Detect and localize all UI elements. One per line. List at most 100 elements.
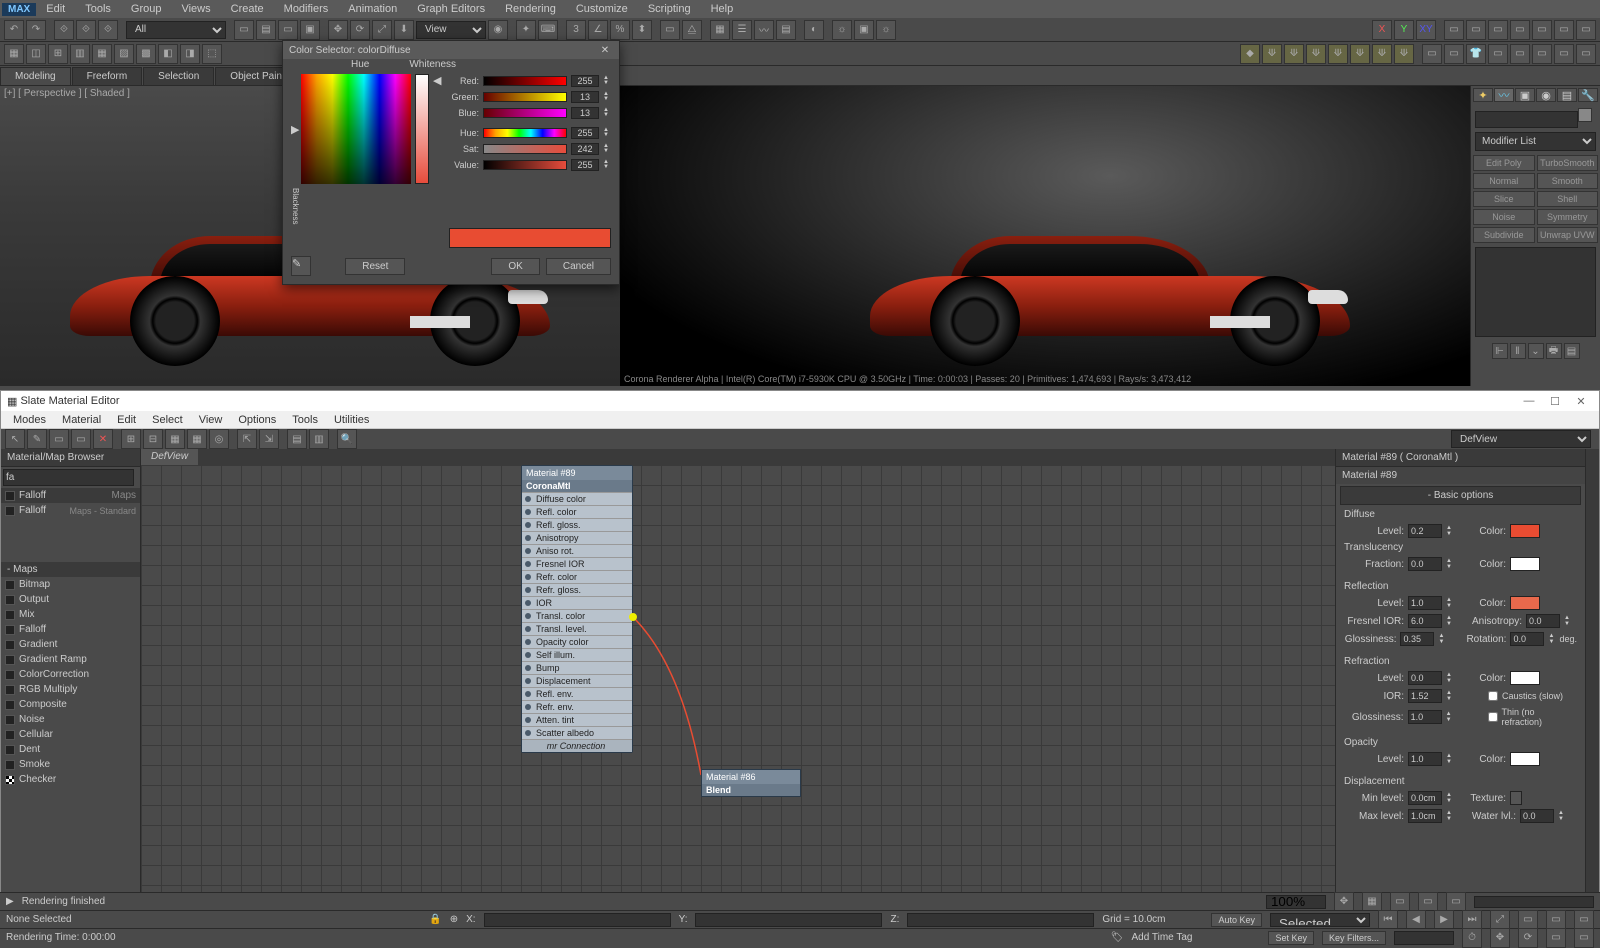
menu-animation[interactable]: Animation [338,1,407,17]
opacity-color-swatch[interactable] [1510,752,1540,766]
slot-aniso-rot[interactable]: Aniso rot. [522,544,632,557]
time-btn-2[interactable]: ◀ [1406,910,1426,930]
link-button[interactable]: ⟐ [54,20,74,40]
slate-menu-material[interactable]: Material [54,412,109,428]
reflection-level-spinner[interactable]: ▲▼ [1446,597,1454,609]
browser-search-input[interactable] [3,469,134,486]
snap-end-11[interactable]: 👕 [1466,44,1486,64]
node-output-socket[interactable] [629,613,637,621]
search-result-0[interactable]: FalloffMaps [1,488,140,503]
axis-z-button[interactable]: XY [1416,20,1436,40]
reflection-glossiness-input[interactable] [1400,632,1434,646]
slate-tb-1[interactable]: ↖ [5,429,25,449]
eyedropper-button[interactable]: ✎ [291,256,311,276]
ref-coord-dropdown[interactable]: View [416,21,486,39]
maps-section-header[interactable]: - Maps [1,562,140,577]
ribbon-tab-freeform[interactable]: Freeform [72,67,143,85]
snap-end-8[interactable]: ⟱ [1394,44,1414,64]
menu-views[interactable]: Views [171,1,220,17]
select-name-button[interactable]: ▤ [256,20,276,40]
water-lvl-input[interactable] [1520,809,1554,823]
stack-btn-2[interactable]: ‖ [1510,343,1526,359]
align-button[interactable]: ▦ [710,20,730,40]
percent-snap-button[interactable]: % [610,20,630,40]
red-input[interactable] [571,75,599,87]
translucency-fraction-input[interactable] [1408,557,1442,571]
green-input[interactable] [571,91,599,103]
select-scale-button[interactable]: ⤢ [372,20,392,40]
snap-end-9[interactable]: ▭ [1422,44,1442,64]
snap-btn-7[interactable]: ▩ [136,44,156,64]
slot-displacement[interactable]: Displacement [522,674,632,687]
diffuse-level-spinner[interactable]: ▲▼ [1446,525,1454,537]
slot-scatter-albedo[interactable]: Scatter albedo [522,726,632,739]
slate-tb-11[interactable]: ⇲ [259,429,279,449]
zoom-field[interactable] [1266,895,1326,909]
slot-transl-color[interactable]: Transl. color [522,609,632,622]
slot-self-illum[interactable]: Self illum. [522,648,632,661]
toolbar-btn-b[interactable]: ▭ [1466,20,1486,40]
menu-group[interactable]: Group [121,1,172,17]
material-node-86[interactable]: Material #86 Blend [701,769,801,797]
diffuse-color-swatch[interactable] [1510,524,1540,538]
slate-minimize-button[interactable]: — [1517,393,1541,409]
material-editor-button[interactable]: ◐ [804,20,824,40]
sat-spinner[interactable]: ▲▼ [603,144,611,154]
cp-tab-motion[interactable]: ◉ [1536,88,1556,102]
rotation-input[interactable] [1510,632,1544,646]
mod-btn-editpoly[interactable]: Edit Poly [1473,155,1535,171]
slot-bump[interactable]: Bump [522,661,632,674]
lock-icon[interactable]: 🔒 [429,914,441,925]
slate-menu-select[interactable]: Select [144,412,191,428]
map-gradient[interactable]: Gradient [1,637,140,652]
snap-btn-2[interactable]: ◫ [26,44,46,64]
snap-btn-3[interactable]: ⊞ [48,44,68,64]
snap-end-16[interactable]: ▭ [1576,44,1596,64]
view-tab-defview[interactable]: DefView [141,449,198,465]
cp-tab-hierarchy[interactable]: ▣ [1515,88,1535,102]
bind-button[interactable]: ⟐ [98,20,118,40]
fresnel-ior-input[interactable] [1408,614,1442,628]
value-spinner[interactable]: ▲▼ [603,160,611,170]
snap-end-6[interactable]: ⟱ [1350,44,1370,64]
map-bitmap[interactable]: Bitmap [1,577,140,592]
viewport-nav-8[interactable]: ▭ [1574,928,1594,948]
toolbar-btn-e[interactable]: ▭ [1532,20,1552,40]
color-dialog-close-button[interactable]: ✕ [597,43,613,57]
red-spinner[interactable]: ▲▼ [603,76,611,86]
slate-tb-6[interactable]: ⊟ [143,429,163,449]
refraction-level-input[interactable] [1408,671,1442,685]
snap-end-4[interactable]: ⟱ [1306,44,1326,64]
anisotropy-input[interactable] [1526,614,1560,628]
ribbon-tab-selection[interactable]: Selection [143,67,214,85]
slot-refr-env[interactable]: Refr. env. [522,700,632,713]
reflection-color-swatch[interactable] [1510,596,1540,610]
mod-btn-unwrapuvw[interactable]: Unwrap UVW [1537,227,1599,243]
green-spinner[interactable]: ▲▼ [603,92,611,102]
window-crossing-button[interactable]: ▣ [300,20,320,40]
select-move-button[interactable]: ✥ [328,20,348,40]
snap-end-15[interactable]: ▭ [1554,44,1574,64]
snap-toggle-button[interactable]: 3 [566,20,586,40]
menu-graph-editors[interactable]: Graph Editors [407,1,495,17]
map-cellular[interactable]: Cellular [1,727,140,742]
slate-tb-10[interactable]: ⇱ [237,429,257,449]
slate-tb-7[interactable]: ▦ [165,429,185,449]
viewport-nav-7[interactable]: ▭ [1546,928,1566,948]
reflection-level-input[interactable] [1408,596,1442,610]
snap-end-5[interactable]: ⟱ [1328,44,1348,64]
blue-slider[interactable] [483,108,567,118]
thin-checkbox[interactable] [1488,712,1498,722]
opacity-level-input[interactable] [1408,752,1442,766]
min-level-input[interactable] [1408,791,1442,805]
zoom-btn-3[interactable]: ▭ [1390,892,1410,912]
modifier-list-dropdown[interactable]: Modifier List [1475,132,1596,151]
slate-menu-tools[interactable]: Tools [284,412,326,428]
slate-view-dropdown[interactable]: DefView [1451,430,1591,448]
refraction-ior-spinner[interactable]: ▲▼ [1446,690,1454,702]
slate-menu-view[interactable]: View [191,412,231,428]
slate-tb-8[interactable]: ▦ [187,429,207,449]
coord-toggle-icon[interactable]: ⊕ [450,914,458,925]
slate-menu-edit[interactable]: Edit [109,412,144,428]
fresnel-ior-spinner[interactable]: ▲▼ [1446,615,1454,627]
